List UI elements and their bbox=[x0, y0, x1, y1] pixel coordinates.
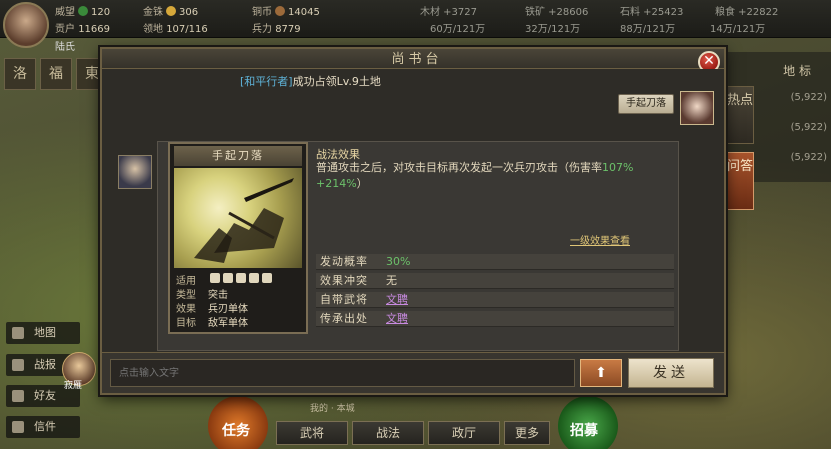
resource-wood: 木材 +3727 bbox=[420, 7, 478, 18]
top-resource-bar: 威望 120 金铢 306 铜币 14045 贡户 11669 领地 107/116 … bbox=[0, 0, 831, 38]
swords-icon bbox=[12, 359, 24, 371]
landmark-coord-0[interactable]: (5,922) bbox=[791, 92, 827, 103]
tasks-label: 任务 bbox=[222, 423, 250, 439]
map-icon bbox=[12, 327, 24, 339]
bottom-btn-tactics[interactable]: 战法 bbox=[352, 421, 424, 445]
native-general-link[interactable]: 文聘 bbox=[386, 292, 408, 308]
resource-iron: 铁矿 +28606 bbox=[525, 7, 589, 18]
skill-props: 适用 类型 突击 效果 兵刃单体 目标 敌军单体 bbox=[176, 272, 304, 329]
bottom-btn-hall[interactable]: 政厅 bbox=[428, 421, 500, 445]
status-text: 我的 · 本城 bbox=[310, 404, 355, 414]
inherit-source-link[interactable]: 文聘 bbox=[386, 311, 408, 327]
side-tab-qa[interactable]: 问答 bbox=[726, 152, 754, 210]
friends-icon bbox=[12, 390, 24, 402]
system-tag[interactable]: [和平行者] bbox=[240, 75, 293, 88]
resource-troops: 兵力 8779 bbox=[252, 24, 301, 35]
resource-grain: 粮食 +22822 bbox=[715, 7, 779, 18]
skill-description: 普通攻击之后，对攻击目标再次发起一次兵刃攻击（伤害率107% +214%） bbox=[316, 161, 634, 190]
resource-households: 贡户 11669 bbox=[55, 24, 110, 35]
resource-copper: 铜币 14045 bbox=[252, 6, 320, 18]
chat-input-row: ⬆ 发送 bbox=[102, 352, 724, 393]
left-tab-0[interactable]: 洛 bbox=[4, 58, 36, 90]
prop-effect: 效果 兵刃单体 bbox=[176, 304, 248, 315]
chat-input[interactable] bbox=[110, 359, 575, 387]
skill-name: 手起刀落 bbox=[174, 146, 302, 166]
resource-prestige: 威望 120 bbox=[55, 6, 111, 18]
skill-portrait-frame: 手起刀落 适用 类型 突击 效果 兵刃单体 目标 敌军单体 bbox=[168, 142, 308, 334]
recruit-label: 招募 bbox=[570, 423, 598, 439]
chat-dialog: 尚书台 ✕ [和平行者]成功占领Lv.9土地 手起刀落 手起刀落 适用 类型 突… bbox=[100, 47, 726, 395]
skill-card[interactable]: 手起刀落 适用 类型 突击 效果 兵刃单体 目标 敌军单体 战法效果 普通攻击之… bbox=[157, 141, 679, 351]
resource-stone-cap: 88万/121万 bbox=[620, 24, 676, 35]
resource-territory: 领地 107/116 bbox=[143, 24, 208, 35]
player-avatar[interactable] bbox=[3, 2, 49, 48]
landmark-coord-2[interactable]: (5,922) bbox=[791, 152, 827, 163]
chat-body: [和平行者]成功占领Lv.9土地 手起刀落 手起刀落 适用 类型 突击 效果 兵… bbox=[102, 69, 724, 352]
prop-applicable: 适用 bbox=[176, 272, 304, 287]
skill-art-image bbox=[174, 168, 302, 268]
level-effect-link[interactable]: 一级效果查看 bbox=[570, 232, 630, 247]
dialog-title: 尚书台 bbox=[391, 52, 443, 67]
prop-target: 目标 敌军单体 bbox=[176, 318, 248, 329]
resource-grain-cap: 14万/121万 bbox=[710, 24, 766, 35]
attr-native-general: 自带武将 文聘 bbox=[316, 292, 674, 308]
prop-type: 类型 突击 bbox=[176, 290, 228, 301]
side-tab-hot[interactable]: 热点 bbox=[726, 86, 754, 144]
attr-inherit-source: 传承出处 文聘 bbox=[316, 311, 674, 327]
landmark-coord-1[interactable]: (5,922) bbox=[791, 122, 827, 133]
attr-trigger-rate: 发动概率 30% bbox=[316, 254, 674, 270]
self-avatar[interactable] bbox=[680, 91, 714, 125]
hero-name: 寂雁 bbox=[64, 381, 83, 391]
attr-conflict: 效果冲突无 bbox=[316, 273, 674, 289]
bottom-btn-more[interactable]: 更多 bbox=[504, 421, 550, 445]
system-message: [和平行者]成功占领Lv.9土地 bbox=[240, 75, 381, 88]
resource-wood-cap: 60万/121万 bbox=[430, 24, 486, 35]
left-tab-1[interactable]: 福 bbox=[40, 58, 72, 90]
send-button[interactable]: 发送 bbox=[628, 358, 714, 388]
mail-icon bbox=[12, 421, 24, 433]
troop-type-icons bbox=[210, 273, 275, 286]
landmark-header: 地 标 bbox=[783, 64, 811, 78]
player-name: 陆氏 bbox=[55, 42, 75, 53]
menu-mail[interactable]: 信件 bbox=[6, 416, 80, 438]
scroll-up-button[interactable]: ⬆ bbox=[580, 359, 622, 387]
menu-map[interactable]: 地图 bbox=[6, 322, 80, 344]
sender-avatar[interactable] bbox=[118, 155, 152, 189]
resource-stone: 石料 +25423 bbox=[620, 7, 684, 18]
resource-gold: 金铢 306 bbox=[143, 6, 199, 18]
bottom-btn-generals[interactable]: 武将 bbox=[276, 421, 348, 445]
self-message-bubble[interactable]: 手起刀落 bbox=[618, 94, 674, 114]
resource-iron-cap: 32万/121万 bbox=[525, 24, 581, 35]
